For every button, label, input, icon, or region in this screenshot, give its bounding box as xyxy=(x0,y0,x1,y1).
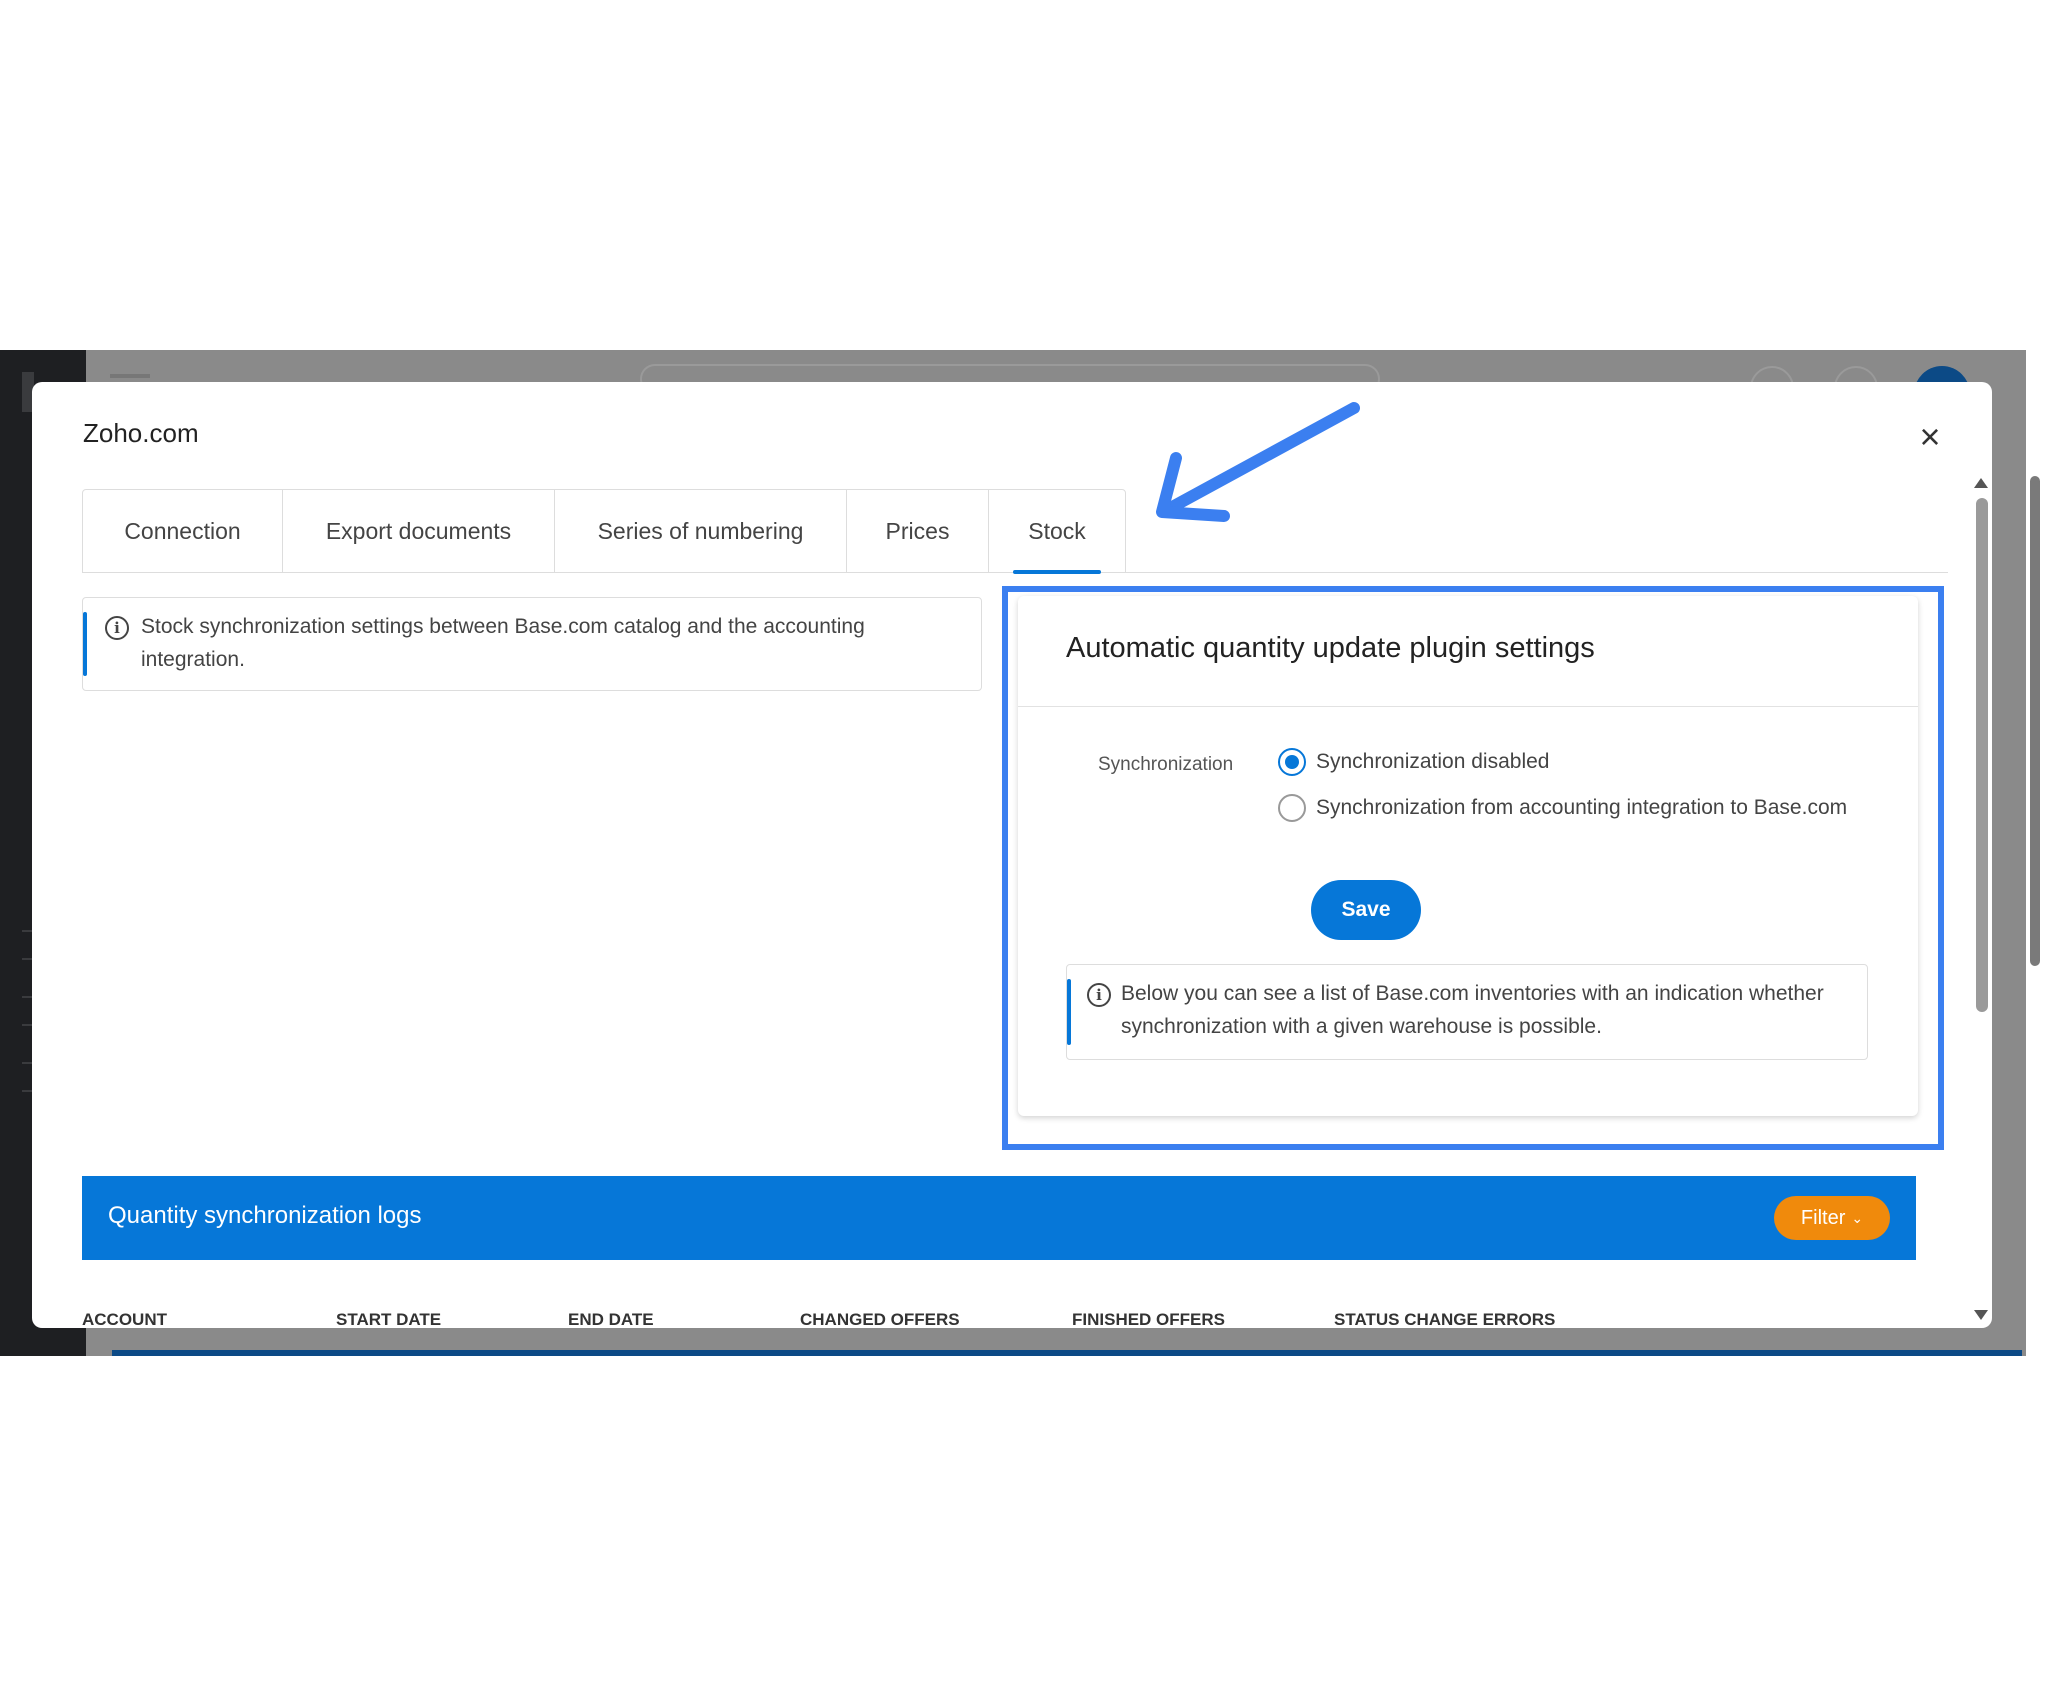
logs-header-bar: Quantity synchronization logs Filter ⌄ xyxy=(82,1176,1916,1260)
logs-table-header: ACCOUNT START DATE END DATE CHANGED OFFE… xyxy=(82,1310,1916,1328)
tab-label: Export documents xyxy=(325,517,512,544)
modal-scrollbar-thumb[interactable] xyxy=(1976,498,1988,1012)
column-header-status-change-errors[interactable]: STATUS CHANGE ERRORS xyxy=(1334,1310,1555,1328)
tab-bar: Connection Export documents Series of nu… xyxy=(82,489,1126,574)
stock-info-box: i Stock synchronization settings between… xyxy=(82,597,982,691)
backdrop-bottom-bar xyxy=(112,1350,2022,1356)
column-header-changed-offers[interactable]: CHANGED OFFERS xyxy=(800,1310,960,1328)
modal-title: Zoho.com xyxy=(83,418,199,448)
info-icon: i xyxy=(105,616,129,640)
column-header-account[interactable]: ACCOUNT xyxy=(82,1310,167,1328)
filter-label: Filter xyxy=(1800,1206,1846,1229)
filter-button[interactable]: Filter ⌄ xyxy=(1774,1196,1890,1240)
tab-export-documents[interactable]: Export documents xyxy=(283,490,555,572)
tab-series-of-numbering[interactable]: Series of numbering xyxy=(555,490,847,572)
annotation-arrow-icon xyxy=(1156,402,1360,522)
tab-label: Series of numbering xyxy=(597,517,804,544)
tab-stock[interactable]: Stock xyxy=(989,490,1125,574)
tab-label: Prices xyxy=(885,517,950,544)
scroll-up-arrow[interactable] xyxy=(1974,478,1988,488)
chevron-down-icon: ⌄ xyxy=(1851,1209,1864,1226)
info-accent xyxy=(83,612,87,676)
tabs-divider xyxy=(1126,572,1948,573)
tab-label: Stock xyxy=(1028,517,1086,544)
column-header-start-date[interactable]: START DATE xyxy=(336,1310,441,1328)
stock-info-text: Stock synchronization settings between B… xyxy=(141,615,865,671)
column-header-finished-offers[interactable]: FINISHED OFFERS xyxy=(1072,1310,1225,1328)
annotation-highlight-box xyxy=(1002,586,1944,1150)
tab-connection[interactable]: Connection xyxy=(83,490,283,572)
backdrop-menu-icon xyxy=(110,374,150,378)
tab-label: Connection xyxy=(124,517,241,544)
column-header-end-date[interactable]: END DATE xyxy=(568,1310,654,1328)
close-icon[interactable]: × xyxy=(1914,419,1946,455)
scroll-down-arrow[interactable] xyxy=(1974,1310,1988,1320)
page-scrollbar-thumb[interactable] xyxy=(2030,476,2040,966)
tab-prices[interactable]: Prices xyxy=(847,490,989,572)
logs-title: Quantity synchronization logs xyxy=(108,1202,422,1229)
